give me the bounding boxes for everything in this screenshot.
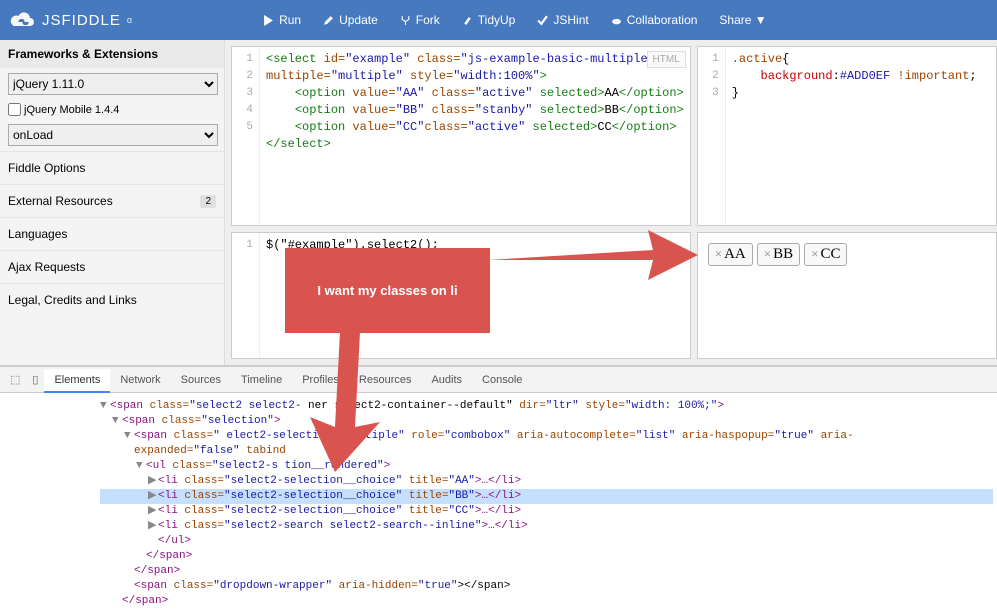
elements-tree[interactable]: ▼<span class="select2 select2- ner selec… (0, 393, 997, 615)
dom-node[interactable]: ▼<span class=" elect2-selection--multipl… (100, 429, 993, 444)
sidebar-item-external-resources[interactable]: External Resources2 (0, 184, 224, 217)
check-icon (537, 15, 548, 26)
dom-node[interactable]: ▼<span class="select2 select2- ner selec… (100, 399, 993, 414)
devtools-tab-elements[interactable]: Elements (44, 369, 110, 393)
update-button[interactable]: Update (313, 7, 388, 33)
collaboration-button[interactable]: Collaboration (601, 7, 708, 33)
chip-aa[interactable]: ×AA (708, 243, 753, 266)
resources-badge: 2 (200, 195, 216, 208)
dom-node[interactable]: ▼<ul class="select2-s tion__rendered"> (100, 459, 993, 474)
devtools-panel: ⬚ ▯ ElementsNetworkSourcesTimelineProfil… (0, 365, 997, 601)
dom-node[interactable]: ▼<span class="selection"> (100, 414, 993, 429)
dom-node[interactable]: <span class="dropdown-wrapper" aria-hidd… (100, 579, 993, 594)
tidyup-button[interactable]: TidyUp (452, 7, 526, 33)
dom-node[interactable]: </span> (100, 594, 993, 609)
dom-node[interactable]: expanded="false" tabind (100, 444, 993, 459)
dom-node[interactable]: ▶<li class="select2-search select2-searc… (100, 519, 993, 534)
devtools-tab-network[interactable]: Network (110, 369, 170, 391)
annotation-callout: I want my classes on li (285, 248, 490, 333)
play-icon (263, 15, 274, 26)
chip-cc[interactable]: ×CC (804, 243, 847, 266)
chip-bb[interactable]: ×BB (757, 243, 800, 266)
result-pane: ×AA ×BB ×CC (697, 232, 997, 359)
brand-text: JSFIDDLE (42, 12, 121, 29)
html-label: HTML (647, 51, 686, 68)
fork-button[interactable]: Fork (390, 7, 450, 33)
share-button[interactable]: Share ▼ (709, 7, 776, 33)
alpha-badge: α (127, 15, 133, 25)
dom-node[interactable]: ▶<li class="select2-selection__choice" t… (100, 489, 993, 504)
html-editor[interactable]: HTML 12345 <select id="example" class="j… (231, 46, 691, 226)
arrow-right-icon (488, 225, 698, 285)
arrow-down-icon (300, 332, 400, 472)
dom-node[interactable]: ▶<li class="select2-selection__choice" t… (100, 474, 993, 489)
jshint-button[interactable]: JSHint (527, 7, 598, 33)
remove-icon[interactable]: × (811, 246, 818, 261)
jquery-mobile-checkbox[interactable]: jQuery Mobile 1.4.4 (0, 100, 224, 119)
sidebar: Frameworks & Extensions jQuery 1.11.0 jQ… (0, 40, 225, 365)
fork-icon (400, 15, 411, 26)
framework-select[interactable]: jQuery 1.11.0 (8, 73, 218, 95)
inspect-icon[interactable]: ⬚ (4, 373, 26, 386)
dom-node[interactable]: ▶<li class="select2-selection__choice" t… (100, 504, 993, 519)
remove-icon[interactable]: × (715, 246, 722, 261)
top-toolbar: JSFIDDLE α Run Update Fork TidyUp JSHint… (0, 0, 997, 40)
sidebar-item-languages[interactable]: Languages (0, 217, 224, 250)
device-icon[interactable]: ▯ (26, 373, 44, 386)
logo[interactable]: JSFIDDLE α (10, 11, 133, 29)
html-code: <select id="example" class="js-example-b… (232, 47, 690, 157)
devtools-tab-audits[interactable]: Audits (421, 369, 472, 391)
onload-select[interactable]: onLoad (8, 124, 218, 146)
devtools-tab-sources[interactable]: Sources (171, 369, 231, 391)
remove-icon[interactable]: × (764, 246, 771, 261)
css-editor[interactable]: 123 .active{ background:#ADD0EF !importa… (697, 46, 997, 226)
sidebar-item-ajax-requests[interactable]: Ajax Requests (0, 250, 224, 283)
cloud-icon (10, 11, 36, 29)
dom-node[interactable]: </span> (100, 564, 993, 579)
dom-node[interactable]: </ul> (100, 534, 993, 549)
sidebar-item-legal[interactable]: Legal, Credits and Links (0, 283, 224, 316)
cloud-icon (611, 15, 622, 26)
devtools-tab-timeline[interactable]: Timeline (231, 369, 292, 391)
css-code: .active{ background:#ADD0EF !important; … (698, 47, 996, 106)
pencil-icon (323, 15, 334, 26)
devtools-tab-console[interactable]: Console (472, 369, 532, 391)
broom-icon (462, 15, 473, 26)
run-button[interactable]: Run (253, 7, 311, 33)
devtools-tabs: ⬚ ▯ ElementsNetworkSourcesTimelineProfil… (0, 367, 997, 393)
dom-node[interactable]: </span> (100, 549, 993, 564)
sidebar-heading: Frameworks & Extensions (0, 40, 224, 68)
sidebar-item-fiddle-options[interactable]: Fiddle Options (0, 151, 224, 184)
